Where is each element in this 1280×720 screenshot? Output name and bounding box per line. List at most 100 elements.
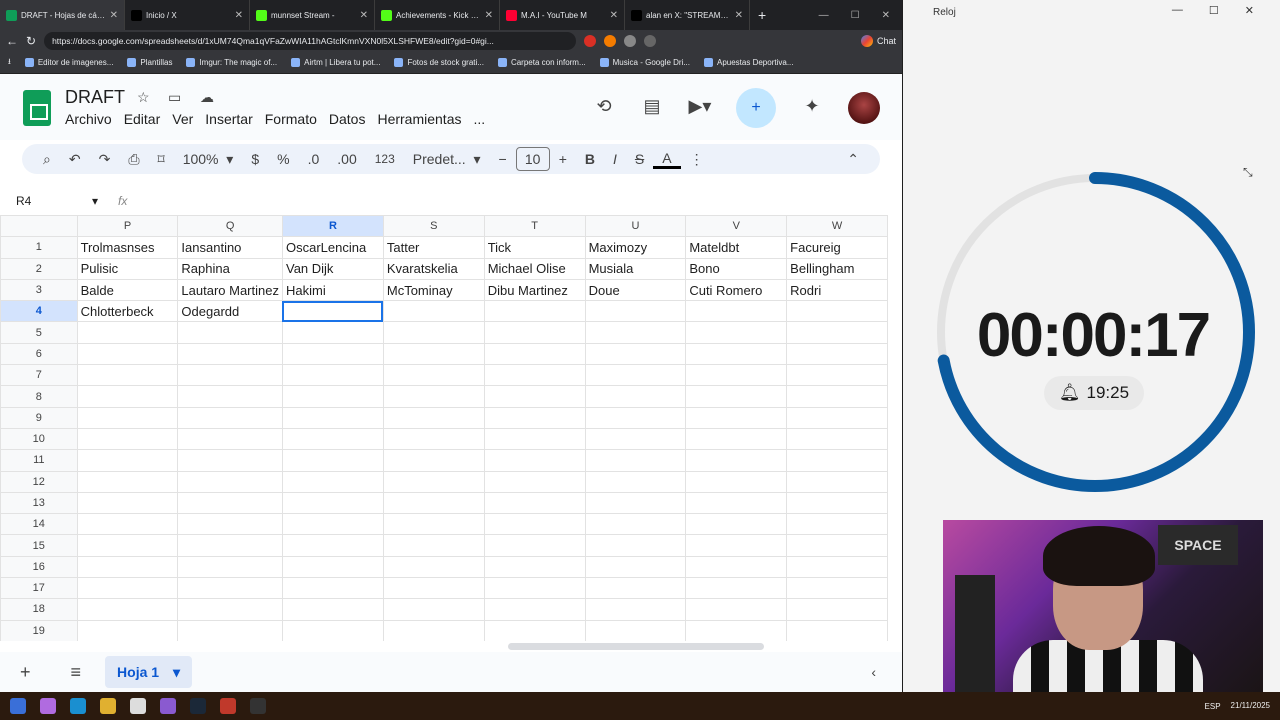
browser-tab[interactable]: Achievements - Kick Da ✕ xyxy=(375,0,500,30)
cell[interactable] xyxy=(281,491,384,515)
add-sheet-button[interactable]: + xyxy=(0,662,51,683)
cell[interactable] xyxy=(685,449,788,472)
percent-button[interactable]: % xyxy=(268,151,298,167)
print-icon[interactable]: ⎙ xyxy=(119,151,148,168)
italic-button[interactable]: I xyxy=(604,151,626,167)
obs-icon[interactable] xyxy=(250,698,266,714)
cell[interactable] xyxy=(281,555,384,579)
cell[interactable] xyxy=(177,470,283,493)
cell[interactable]: Iansantino xyxy=(177,236,283,259)
cell[interactable] xyxy=(177,385,283,408)
url-field[interactable]: https://docs.google.com/spreadsheets/d/1… xyxy=(44,32,577,50)
cell[interactable] xyxy=(281,577,384,600)
sheets-logo-icon[interactable] xyxy=(23,90,51,126)
cell[interactable]: Balde xyxy=(76,278,179,302)
menu-item[interactable]: Herramientas xyxy=(377,111,461,127)
close-tab-icon[interactable]: ✕ xyxy=(735,10,743,21)
cell[interactable] xyxy=(483,619,586,641)
row-header[interactable]: 13 xyxy=(0,491,78,515)
cell[interactable]: Mateldbt xyxy=(685,236,788,259)
cell[interactable] xyxy=(382,300,485,323)
cell[interactable] xyxy=(177,364,283,387)
cell[interactable]: Van Dijk xyxy=(281,257,384,280)
cell[interactable] xyxy=(177,555,283,579)
cell[interactable] xyxy=(483,321,586,344)
cell[interactable] xyxy=(382,555,485,579)
strikethrough-button[interactable]: S xyxy=(626,151,653,167)
cell[interactable] xyxy=(685,491,788,515)
column-header[interactable]: R xyxy=(281,215,384,238)
menu-item[interactable]: Editar xyxy=(124,111,161,127)
cell[interactable] xyxy=(786,449,888,472)
cell[interactable] xyxy=(76,470,179,493)
browser-tab[interactable]: alan en X: "STREAMER ✕ xyxy=(625,0,750,30)
cell[interactable] xyxy=(177,406,283,429)
cell[interactable] xyxy=(76,449,179,472)
cell[interactable] xyxy=(685,385,788,408)
row-header[interactable]: 16 xyxy=(0,555,78,579)
row-header[interactable]: 7 xyxy=(0,364,78,387)
cell[interactable] xyxy=(177,491,283,515)
meet-icon[interactable]: ▶▾ xyxy=(688,96,712,120)
cell[interactable] xyxy=(786,534,888,557)
undo-icon[interactable]: ↶ xyxy=(60,151,90,168)
menu-item[interactable]: Formato xyxy=(265,111,317,127)
cell[interactable]: Chlotterbeck xyxy=(76,300,179,323)
cell[interactable] xyxy=(685,342,788,366)
cell[interactable] xyxy=(177,427,283,451)
cell[interactable] xyxy=(382,342,485,366)
column-header[interactable]: U xyxy=(584,215,687,238)
currency-button[interactable]: $ xyxy=(242,151,268,167)
cell[interactable] xyxy=(786,385,888,408)
column-header[interactable]: V xyxy=(685,215,788,238)
close-tab-icon[interactable]: ✕ xyxy=(610,10,618,21)
cell[interactable] xyxy=(382,385,485,408)
cell[interactable] xyxy=(483,385,586,408)
row-header[interactable]: 14 xyxy=(0,513,78,536)
cell[interactable] xyxy=(281,321,384,344)
cell[interactable]: Doue xyxy=(584,278,687,302)
cell[interactable] xyxy=(281,513,384,536)
close-tab-icon[interactable]: ✕ xyxy=(110,10,118,21)
row-header[interactable]: 17 xyxy=(0,577,78,600)
row-header[interactable]: 8 xyxy=(0,385,78,408)
cell[interactable] xyxy=(685,534,788,557)
cell[interactable] xyxy=(76,364,179,387)
font-size-decrease-button[interactable]: − xyxy=(490,151,516,167)
cell[interactable] xyxy=(382,513,485,536)
cell[interactable] xyxy=(483,406,586,429)
horizontal-scrollbar[interactable] xyxy=(508,643,764,650)
select-all-corner[interactable] xyxy=(0,215,78,238)
row-header[interactable]: 18 xyxy=(0,598,78,621)
cell[interactable] xyxy=(685,555,788,579)
more-options-icon[interactable]: ⋮ xyxy=(681,151,713,168)
cell[interactable] xyxy=(685,577,788,600)
cell[interactable]: Tick xyxy=(483,236,586,259)
cell[interactable]: Kvaratskelia xyxy=(382,257,485,280)
app-icon[interactable] xyxy=(220,698,236,714)
cell[interactable] xyxy=(483,491,586,515)
cell[interactable] xyxy=(382,598,485,621)
row-header[interactable]: 4 xyxy=(0,300,78,323)
cell[interactable] xyxy=(76,427,179,451)
cell[interactable] xyxy=(76,385,179,408)
collapse-toolbar-icon[interactable]: ⌃ xyxy=(838,151,868,168)
bookmark-item[interactable]: Apuestas Deportiva... xyxy=(704,58,793,67)
cell[interactable]: Odegardd xyxy=(177,300,283,323)
comments-icon[interactable]: ▤ xyxy=(640,96,664,120)
increase-decimal-button[interactable]: .00 xyxy=(328,151,365,167)
cell[interactable] xyxy=(382,491,485,515)
font-size-increase-button[interactable]: + xyxy=(550,151,576,167)
cell[interactable] xyxy=(177,534,283,557)
bookmark-item[interactable]: Fotos de stock grati... xyxy=(394,58,484,67)
row-header[interactable]: 12 xyxy=(0,470,78,493)
number-format-button[interactable]: 123 xyxy=(366,152,404,166)
cell[interactable] xyxy=(786,598,888,621)
text-color-button[interactable]: A xyxy=(653,150,681,169)
row-header[interactable]: 15 xyxy=(0,534,78,557)
cell[interactable] xyxy=(786,300,888,323)
close-icon[interactable]: ✕ xyxy=(882,10,890,21)
all-sheets-icon[interactable]: ≡ xyxy=(51,662,102,683)
maximize-icon[interactable]: ☐ xyxy=(851,10,860,21)
cell[interactable] xyxy=(483,470,586,493)
